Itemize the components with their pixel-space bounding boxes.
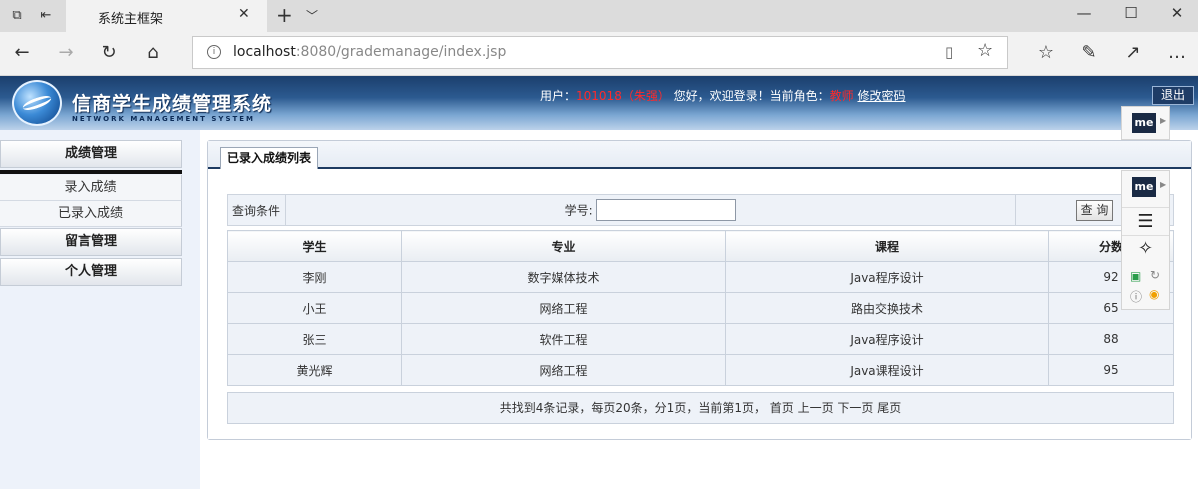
tab-title: 系统主框架 [98, 12, 164, 27]
cell-student: 李刚 [227, 261, 402, 293]
table-row: 张三 软件工程 Java程序设计 88 [227, 323, 1174, 355]
back-icon[interactable]: ← [10, 42, 34, 66]
refresh-icon[interactable]: ↻ [97, 42, 121, 66]
main-panel: 已录入成绩列表 查询条件 学号: 查 询 学生 专业 课程 分数 李刚 数字媒体… [207, 140, 1192, 440]
student-id-label: 学号: [564, 203, 593, 218]
cell-course: 路由交换技术 [725, 292, 1049, 324]
minimize-icon[interactable]: — [1073, 4, 1095, 22]
sidebar-section-personal[interactable]: 个人管理 [0, 258, 182, 286]
favorites-icon[interactable]: ☆ [1034, 42, 1058, 66]
logout-button[interactable]: 退出 [1152, 86, 1194, 105]
eye-icon[interactable]: ◉ [1149, 287, 1159, 301]
close-icon[interactable]: ✕ [238, 6, 250, 22]
cell-major: 软件工程 [401, 323, 726, 355]
sidebar-item-enter-grades[interactable]: 录入成绩 [0, 175, 182, 201]
refresh-icon[interactable]: ↻ [1150, 268, 1160, 282]
cell-course: Java程序设计 [725, 261, 1049, 293]
browser-tab[interactable]: 系统主框架 ✕ [66, 0, 267, 32]
info-icon[interactable]: i [207, 45, 221, 59]
student-id-input[interactable] [596, 199, 737, 221]
new-tab-icon[interactable]: + [276, 4, 293, 26]
table-row: 黄光辉 网络工程 Java课程设计 95 [227, 354, 1174, 386]
reading-view-icon[interactable]: ▯ [945, 43, 953, 61]
change-password-link[interactable]: 修改密码 [858, 89, 906, 103]
chevron-right-icon: ▶ [1160, 116, 1167, 125]
cell-score: 95 [1048, 354, 1174, 386]
panel-body: 查询条件 学号: 查 询 学生 专业 课程 分数 李刚 数字媒体技术 Java程… [208, 171, 1191, 439]
app-header: 信商学生成绩管理系统 NETWORK MANAGEMENT SYSTEM 用户：… [0, 76, 1198, 130]
column-header-student: 学生 [227, 230, 402, 262]
forward-icon[interactable]: → [54, 42, 78, 66]
cell-student: 小王 [227, 292, 402, 324]
favorite-star-icon[interactable]: ☆ [977, 40, 993, 61]
chevron-right-icon: ▶ [1160, 180, 1167, 189]
panel-header: 已录入成绩列表 [208, 141, 1191, 169]
sidebar-item-entered-grades[interactable]: 已录入成绩 [0, 201, 182, 227]
sidebar-section-grades[interactable]: 成绩管理 [0, 140, 182, 168]
column-header-course: 课程 [725, 230, 1049, 262]
user-role: 教师 [829, 89, 854, 103]
query-label: 查询条件 [227, 194, 286, 226]
cell-major: 网络工程 [401, 354, 726, 386]
tab-entered-grades-list[interactable]: 已录入成绩列表 [220, 147, 319, 169]
user-info: 用户：101018（朱强） 您好，欢迎登录！当前角色：教师 修改密码 [540, 89, 906, 103]
share-icon[interactable]: ↗ [1121, 42, 1145, 66]
system-subtitle: NETWORK MANAGEMENT SYSTEM [72, 115, 256, 123]
browser-tab-strip: ⧉ ⇤ 系统主框架 ✕ + ﹀ — ☐ ✕ [0, 0, 1198, 32]
pagination[interactable]: 共找到4条记录，每页20条，分1页，当前第1页， 首页 上一页 下一页 尾页 [227, 392, 1174, 424]
query-bar: 查询条件 学号: 查 询 [227, 194, 1174, 226]
magic-wand-icon[interactable]: ✧ [1122, 235, 1169, 259]
set-aside-tabs-icon[interactable]: ⇤ [37, 7, 55, 25]
home-icon[interactable]: ⌂ [141, 42, 165, 66]
extension-panel: me ▶ ☰ ✧ ▣ ↻ ⓘ ◉ [1121, 170, 1170, 310]
more-icon[interactable]: … [1165, 42, 1189, 66]
cell-course: Java课程设计 [725, 354, 1049, 386]
logo-icon [12, 80, 62, 126]
cell-major: 网络工程 [401, 292, 726, 324]
table-row: 李刚 数字媒体技术 Java程序设计 92 [227, 261, 1174, 293]
window-close-icon[interactable]: ✕ [1166, 4, 1188, 22]
chevron-down-icon[interactable]: ﹀ [306, 7, 318, 24]
me-extension-icon[interactable]: me [1132, 177, 1156, 197]
browser-toolbar: ← → ↻ ⌂ i localhost:8080/grademanage/ind… [0, 32, 1198, 76]
system-title: 信商学生成绩管理系统 [72, 93, 273, 115]
sidebar-section-messages[interactable]: 留言管理 [0, 228, 182, 256]
column-header-major: 专业 [401, 230, 726, 262]
table-row: 小王 网络工程 路由交换技术 65 [227, 292, 1174, 324]
search-button[interactable]: 查 询 [1075, 199, 1114, 221]
url-text: localhost:8080/grademanage/index.jsp [233, 44, 507, 60]
cell-course: Java程序设计 [725, 323, 1049, 355]
cell-major: 数字媒体技术 [401, 261, 726, 293]
cast-icon[interactable]: ▣ [1130, 269, 1141, 283]
warning-icon[interactable]: ⓘ [1130, 288, 1142, 305]
maximize-icon[interactable]: ☐ [1120, 4, 1142, 22]
cell-score: 88 [1048, 323, 1174, 355]
cell-student: 张三 [227, 323, 402, 355]
menu-icon[interactable]: ☰ [1122, 207, 1169, 232]
cell-student: 黄光辉 [227, 354, 402, 386]
extension-button[interactable]: me ▶ [1121, 106, 1170, 140]
me-extension-icon[interactable]: me [1132, 113, 1156, 133]
pen-icon[interactable]: ✎ [1077, 42, 1101, 66]
menu-divider [0, 170, 182, 174]
address-bar[interactable]: i localhost:8080/grademanage/index.jsp ▯… [192, 36, 1008, 69]
user-id: 101018（朱强） [576, 89, 670, 103]
tab-actions-icon[interactable]: ⧉ [8, 7, 26, 25]
grades-table: 学生 专业 课程 分数 李刚 数字媒体技术 Java程序设计 92 小王 网络工… [227, 230, 1174, 386]
